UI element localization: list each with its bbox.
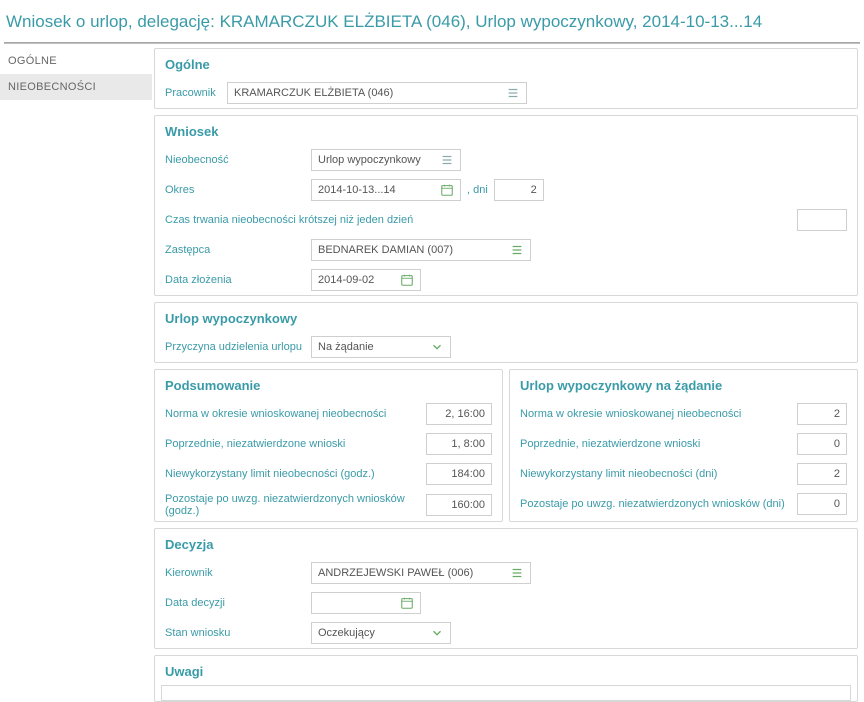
panel-heading: Urlop wypoczynkowy na żądanie <box>510 370 857 399</box>
short-field[interactable] <box>797 209 847 231</box>
decision-date-label: Data decyzji <box>165 597 305 609</box>
employee-label: Pracownik <box>165 87 221 99</box>
manager-field[interactable]: ANDRZEJEWSKI PAWEŁ (006) <box>311 562 531 584</box>
notes-textarea[interactable] <box>161 685 851 701</box>
status-value: Oczekujący <box>318 627 375 639</box>
days-field[interactable]: 2 <box>494 179 544 201</box>
sidebar-item-absences[interactable]: NIEOBECNOŚCI <box>0 74 152 100</box>
main: Ogólne Pracownik KRAMARCZUK ELŻBIETA (04… <box>152 46 864 702</box>
sum-value: 2, 16:00 <box>426 403 492 425</box>
sum-label: Poprzednie, niezatwierdzone wnioski <box>520 438 797 450</box>
absence-field[interactable]: Urlop wypoczynkowy <box>311 149 461 171</box>
submit-date-field[interactable]: 2014-09-02 <box>311 269 421 291</box>
chevron-down-icon <box>430 626 444 640</box>
divider <box>4 42 860 44</box>
list-icon[interactable] <box>510 566 524 580</box>
sum-label: Pozostaje po uwzg. niezatwierdzonych wni… <box>165 493 426 517</box>
submit-date-label: Data złożenia <box>165 274 305 286</box>
chevron-down-icon <box>430 340 444 354</box>
panel-decision: Decyzja Kierownik ANDRZEJEWSKI PAWEŁ (00… <box>154 528 858 649</box>
reason-label: Przyczyna udzielenia urlopu <box>165 341 305 353</box>
employee-field[interactable]: KRAMARCZUK ELŻBIETA (046) <box>227 82 527 104</box>
sum-value: 2 <box>797 463 847 485</box>
sum-value: 184:00 <box>426 463 492 485</box>
status-label: Stan wniosku <box>165 627 305 639</box>
sidebar: OGÓLNE NIEOBECNOŚCI <box>0 46 152 702</box>
substitute-value: BEDNAREK DAMIAN (007) <box>318 244 510 256</box>
employee-value: KRAMARCZUK ELŻBIETA (046) <box>234 87 506 99</box>
status-select[interactable]: Oczekujący <box>311 622 451 644</box>
list-icon[interactable] <box>506 86 520 100</box>
period-value: 2014-10-13...14 <box>318 184 440 196</box>
sum-value: 2 <box>797 403 847 425</box>
manager-value: ANDRZEJEWSKI PAWEŁ (006) <box>318 567 510 579</box>
reason-value: Na żądanie <box>318 341 374 353</box>
page-title: Wniosek o urlop, delegację: KRAMARCZUK E… <box>0 0 864 42</box>
sum-value: 0 <box>797 493 847 515</box>
decision-date-field[interactable] <box>311 592 421 614</box>
absence-value: Urlop wypoczynkowy <box>318 154 440 166</box>
sidebar-item-general[interactable]: OGÓLNE <box>0 48 152 74</box>
substitute-label: Zastępca <box>165 244 305 256</box>
panel-general: Ogólne Pracownik KRAMARCZUK ELŻBIETA (04… <box>154 48 858 109</box>
panel-heading: Uwagi <box>155 656 857 685</box>
sum-label: Poprzednie, niezatwierdzone wnioski <box>165 438 426 450</box>
list-icon[interactable] <box>440 153 454 167</box>
calendar-icon[interactable] <box>440 183 454 197</box>
panel-heading: Podsumowanie <box>155 370 502 399</box>
list-icon[interactable] <box>510 243 524 257</box>
panel-heading: Urlop wypoczynkowy <box>155 303 857 332</box>
panel-summary-right: Urlop wypoczynkowy na żądanie Norma w ok… <box>509 369 858 522</box>
sum-label: Pozostaje po uwzg. niezatwierdzonych wni… <box>520 498 797 510</box>
period-label: Okres <box>165 184 305 196</box>
calendar-icon[interactable] <box>400 273 414 287</box>
panel-heading: Ogólne <box>155 49 857 78</box>
sum-label: Norma w okresie wnioskowanej nieobecnośc… <box>520 408 797 420</box>
substitute-field[interactable]: BEDNAREK DAMIAN (007) <box>311 239 531 261</box>
sum-label: Niewykorzystany limit nieobecności (godz… <box>165 468 426 480</box>
manager-label: Kierownik <box>165 567 305 579</box>
reason-select[interactable]: Na żądanie <box>311 336 451 358</box>
period-field[interactable]: 2014-10-13...14 <box>311 179 461 201</box>
sum-value: 1, 8:00 <box>426 433 492 455</box>
sum-value: 160:00 <box>426 494 492 516</box>
panel-leave: Urlop wypoczynkowy Przyczyna udzielenia … <box>154 302 858 363</box>
sum-label: Norma w okresie wnioskowanej nieobecnośc… <box>165 408 426 420</box>
days-label: , dni <box>467 184 488 196</box>
panel-request: Wniosek Nieobecność Urlop wypoczynkowy O… <box>154 115 858 296</box>
panel-heading: Wniosek <box>155 116 857 145</box>
panel-summary-left: Podsumowanie Norma w okresie wnioskowane… <box>154 369 503 522</box>
absence-label: Nieobecność <box>165 154 305 166</box>
submit-date-value: 2014-09-02 <box>318 274 400 286</box>
panel-notes: Uwagi <box>154 655 858 702</box>
sum-label: Niewykorzystany limit nieobecności (dni) <box>520 468 797 480</box>
sum-value: 0 <box>797 433 847 455</box>
panel-heading: Decyzja <box>155 529 857 558</box>
short-label: Czas trwania nieobecności krótszej niż j… <box>165 214 455 226</box>
